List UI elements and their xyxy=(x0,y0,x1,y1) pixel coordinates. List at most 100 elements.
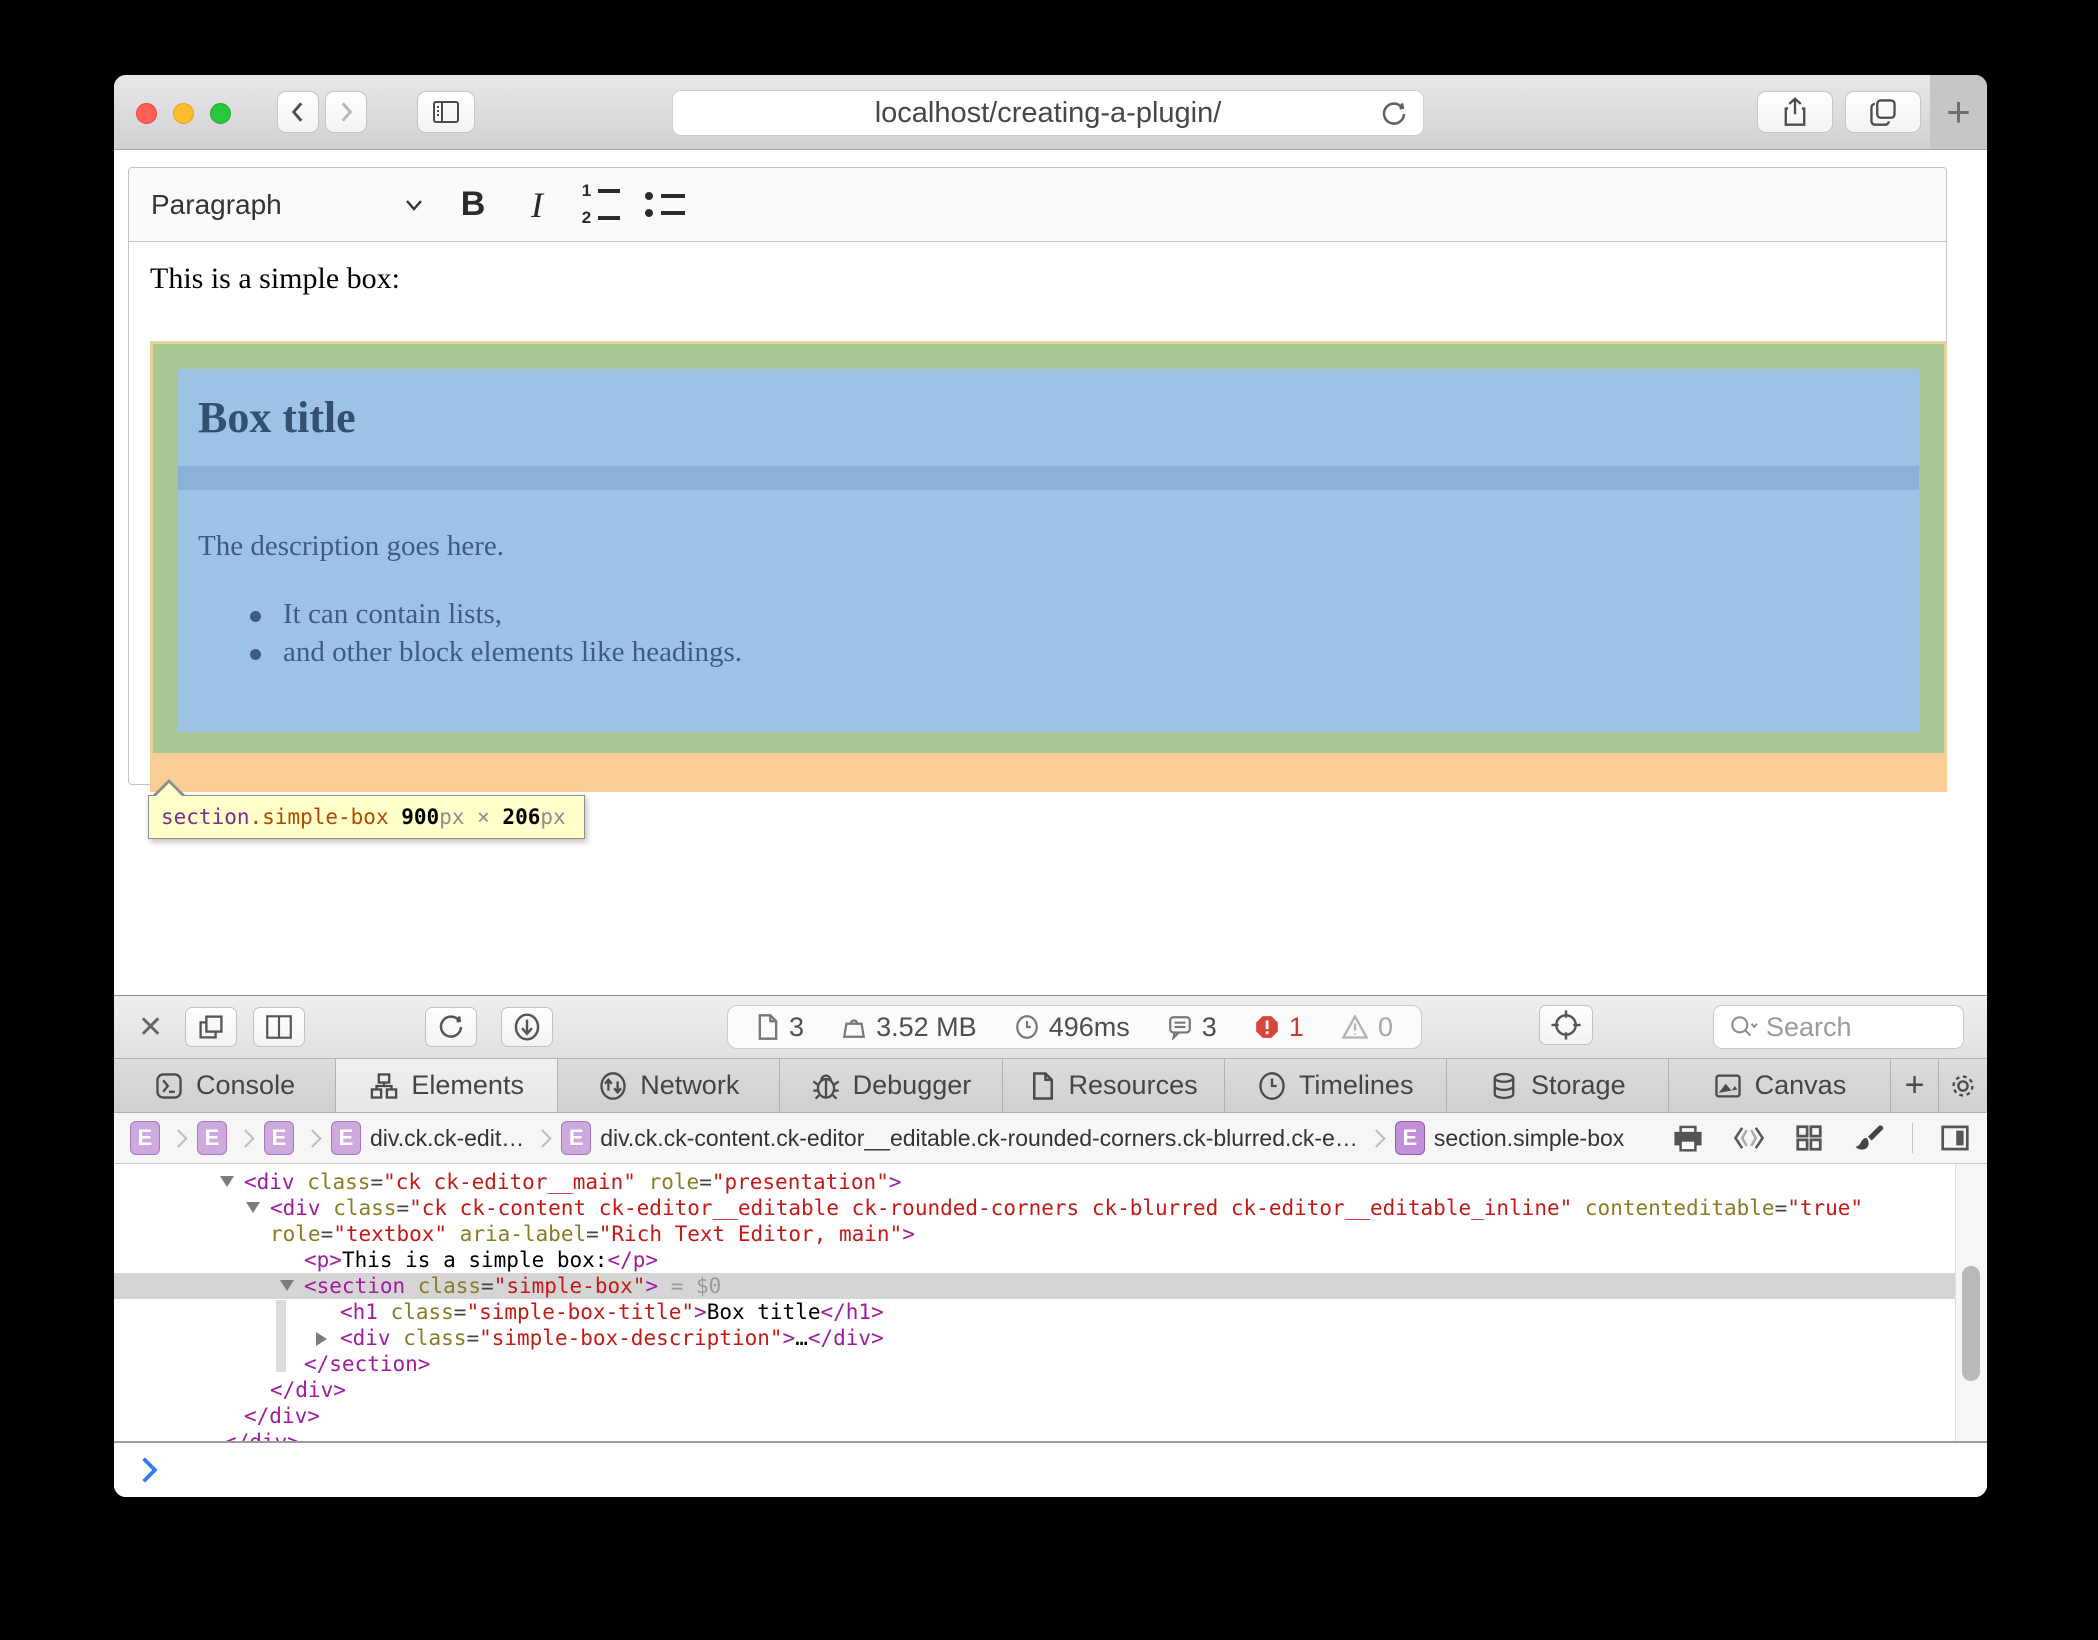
dom-token-tag: > xyxy=(694,1300,707,1324)
back-button[interactable] xyxy=(277,91,319,133)
dom-tree-row[interactable]: </div> xyxy=(114,1377,1987,1403)
dom-tree-scrollbar[interactable] xyxy=(1955,1164,1987,1441)
dom-token-val: "true" xyxy=(1787,1196,1863,1220)
forward-button[interactable] xyxy=(325,91,367,133)
breadcrumb-item-2[interactable]: E xyxy=(197,1121,227,1155)
box-title[interactable]: Box title xyxy=(198,392,356,443)
dom-tree-row[interactable]: role="textbox" aria-label="Rich Text Edi… xyxy=(114,1221,1987,1247)
reload-page-button[interactable] xyxy=(425,1007,477,1047)
tab-network[interactable]: Network xyxy=(558,1059,780,1112)
clock-icon xyxy=(1014,1013,1040,1041)
warning-icon xyxy=(1341,1014,1369,1040)
collapse-arrow-icon[interactable] xyxy=(246,1202,260,1213)
share-button[interactable] xyxy=(1757,91,1833,133)
details-sidebar-icon[interactable] xyxy=(1939,1123,1971,1153)
collapse-arrow-icon[interactable] xyxy=(220,1176,234,1187)
dom-tree-row[interactable]: </section> xyxy=(114,1351,1987,1377)
print-icon[interactable] xyxy=(1672,1123,1704,1153)
breadcrumb-separator-icon xyxy=(1367,1129,1385,1147)
breadcrumb-item-3[interactable]: E xyxy=(264,1121,294,1155)
editor-paragraph[interactable]: This is a simple box: xyxy=(150,262,400,296)
dom-token-attr: contenteditable xyxy=(1572,1196,1774,1220)
box-bullet-1[interactable]: It can contain lists, xyxy=(250,598,502,631)
weight-icon xyxy=(841,1014,867,1040)
inspect-element-button[interactable] xyxy=(1539,1005,1593,1045)
dom-tree-row[interactable]: <div class="ck ck-content ck-editor__edi… xyxy=(114,1195,1987,1221)
scrollbar-thumb[interactable] xyxy=(1962,1266,1980,1381)
gear-icon xyxy=(1948,1071,1978,1101)
bold-button[interactable]: B xyxy=(441,175,505,235)
bullet-icon xyxy=(250,649,261,660)
share-icon xyxy=(1781,97,1809,127)
dom-tree-row[interactable]: <div class="ck ck-editor__main" role="pr… xyxy=(114,1169,1987,1195)
dom-token-tag: <p> xyxy=(304,1248,342,1272)
tab-canvas[interactable]: Canvas xyxy=(1669,1059,1891,1112)
resource-summary[interactable]: 3 3.52 MB 496ms 3 1 xyxy=(727,1005,1422,1049)
collapse-arrow-icon[interactable] xyxy=(280,1280,294,1291)
dom-tree-row[interactable]: <section class="simple-box"> = $0 xyxy=(114,1273,1987,1299)
source-code-icon[interactable] xyxy=(1732,1123,1766,1153)
tab-timelines[interactable]: Timelines xyxy=(1225,1059,1447,1112)
warning-count: 0 xyxy=(1341,1012,1393,1043)
paragraph-dropdown[interactable]: Paragraph xyxy=(151,189,441,221)
element-tooltip: section.simple-box 900px × 206px xyxy=(148,795,585,839)
dom-token-val: "ck ck-content ck-editor__editable ck-ro… xyxy=(409,1196,1572,1220)
dom-token-val: "Rich Text Editor, main" xyxy=(599,1222,902,1246)
plus-icon: + xyxy=(1905,1066,1925,1105)
expand-arrow-icon[interactable] xyxy=(316,1332,327,1346)
crosshair-icon xyxy=(1549,1008,1583,1042)
new-tab-button[interactable]: + xyxy=(1930,75,1987,149)
box-bullet-2[interactable]: and other block elements like headings. xyxy=(250,636,742,669)
element-badge: E xyxy=(1395,1121,1425,1155)
dock-side-button[interactable] xyxy=(253,1007,305,1047)
url-text: localhost/creating-a-plugin/ xyxy=(875,97,1222,130)
grid-overlay-icon[interactable] xyxy=(1794,1123,1824,1153)
address-bar[interactable]: localhost/creating-a-plugin/ xyxy=(672,90,1424,136)
document-count: 3 xyxy=(756,1012,804,1043)
tab-debugger[interactable]: Debugger xyxy=(780,1059,1002,1112)
tab-storage[interactable]: Storage xyxy=(1447,1059,1669,1112)
plus-icon: + xyxy=(1946,88,1971,136)
dom-tree-row[interactable]: <h1 class="simple-box-title">Box title</… xyxy=(114,1299,1987,1325)
editor-toolbar: Paragraph B I 1 2 xyxy=(129,168,1946,242)
dom-tree-row[interactable]: </div> xyxy=(114,1403,1987,1429)
sidebar-toggle-button[interactable] xyxy=(417,91,475,133)
transfer-size: 3.52 MB xyxy=(841,1012,977,1043)
inspector-search-input[interactable]: Search xyxy=(1713,1005,1964,1049)
box-description[interactable]: The description goes here. xyxy=(198,530,504,563)
breadcrumb-item-1[interactable]: E xyxy=(130,1121,160,1155)
detach-inspector-button[interactable] xyxy=(185,1007,237,1047)
tooltip-class: .simple-box xyxy=(250,805,389,829)
quick-console[interactable] xyxy=(114,1441,1987,1497)
dom-tree-row[interactable]: <p>This is a simple box:</p> xyxy=(114,1247,1987,1273)
tooltip-height: 206 xyxy=(502,805,540,829)
styles-brush-icon[interactable] xyxy=(1852,1122,1884,1154)
tab-elements[interactable]: Elements xyxy=(336,1059,558,1112)
reload-icon[interactable] xyxy=(1379,99,1409,129)
add-tab-button[interactable]: + xyxy=(1891,1059,1939,1112)
dom-tree-row[interactable]: <div class="simple-box-description">…</d… xyxy=(114,1325,1987,1351)
numbered-list-button[interactable]: 1 2 xyxy=(569,175,633,235)
dom-token-val: "simple-box-description" xyxy=(479,1326,782,1350)
inspector-settings-button[interactable] xyxy=(1939,1059,1987,1112)
zoom-window-button[interactable] xyxy=(210,103,231,124)
breadcrumb-item-4[interactable]: Ediv.ck.ck-edit… xyxy=(331,1121,524,1155)
dom-token-pun: = xyxy=(586,1222,599,1246)
dom-tree-row[interactable]: </div> xyxy=(114,1429,1987,1441)
minimize-window-button[interactable] xyxy=(173,103,194,124)
close-inspector-button[interactable]: ✕ xyxy=(138,1010,163,1045)
close-window-button[interactable] xyxy=(136,103,157,124)
breadcrumb-item-6[interactable]: Esection.simple-box xyxy=(1395,1121,1624,1155)
download-button[interactable] xyxy=(501,1007,553,1047)
split-view-icon xyxy=(264,1013,294,1041)
tab-overview-button[interactable] xyxy=(1845,91,1921,133)
tooltip-unit2: px xyxy=(540,805,565,829)
dom-token-val: "simple-box-title" xyxy=(466,1300,694,1324)
dom-token-tag: <div xyxy=(244,1170,295,1194)
tab-resources[interactable]: Resources xyxy=(1003,1059,1225,1112)
italic-button[interactable]: I xyxy=(505,175,569,235)
safari-window: localhost/creating-a-plugin/ + Paragraph xyxy=(114,75,1987,1497)
breadcrumb-item-5[interactable]: Ediv.ck.ck-content.ck-editor__editable.c… xyxy=(561,1121,1358,1155)
bulleted-list-button[interactable] xyxy=(633,175,697,235)
tab-console[interactable]: Console xyxy=(114,1059,336,1112)
